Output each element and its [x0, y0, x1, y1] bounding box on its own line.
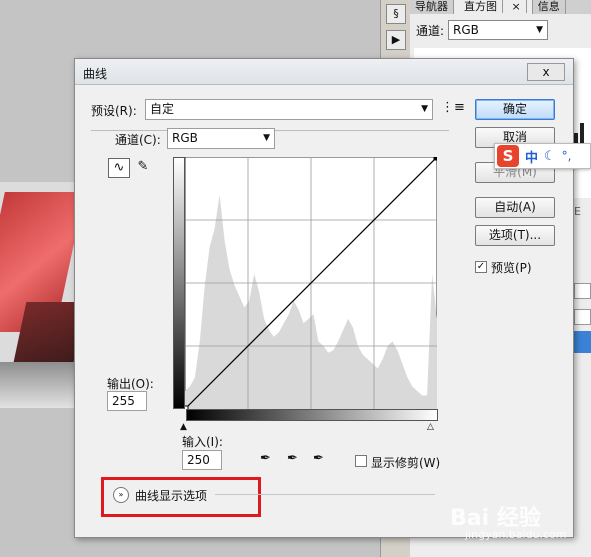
panel-cut-text: E [574, 205, 581, 218]
input-gradient-bar [186, 409, 438, 421]
black-eyedropper-icon[interactable]: ✒ [260, 451, 271, 466]
chevron-expand-icon[interactable]: » [113, 487, 129, 503]
tab-navigator[interactable]: 导航器 [410, 0, 454, 14]
close-button[interactable]: x [527, 63, 565, 81]
ime-language-toggle[interactable]: 中 [525, 147, 538, 166]
channel-value: RGB [172, 131, 198, 145]
curve-options-label[interactable]: 曲线显示选项 [135, 487, 207, 504]
dialog-title: 曲线 [83, 67, 108, 81]
black-point-slider[interactable]: ▲ [180, 423, 187, 432]
ime-toolbar[interactable]: S 中 ☾ °, [494, 143, 591, 169]
tab-histogram-label: 直方图 [459, 0, 503, 13]
history-tool-icon[interactable]: § [386, 4, 406, 24]
preset-select[interactable]: 自定 ▼ [145, 99, 433, 120]
canvas-image-shadow [13, 302, 78, 362]
ok-button[interactable]: 确定 [475, 99, 555, 120]
preview-label: 预览(P) [491, 261, 532, 275]
panel-selected-row[interactable] [574, 331, 591, 353]
chevron-down-icon: ▼ [536, 25, 543, 35]
preset-value: 自定 [150, 102, 175, 116]
curve-graph[interactable] [185, 157, 437, 409]
moon-icon[interactable]: ☾ [544, 149, 556, 164]
chevron-down-icon: ▼ [263, 133, 270, 143]
channel-select[interactable]: RGB ▼ [167, 128, 275, 149]
tab-close-icon[interactable]: × [506, 0, 527, 13]
white-eyedropper-icon[interactable]: ✒ [313, 451, 324, 466]
output-label: 输出(O): [107, 377, 154, 391]
panel-channel-value: RGB [453, 23, 479, 37]
pencil-icon[interactable]: ✎ [132, 158, 154, 178]
tab-histogram[interactable]: 直方图 × [454, 0, 533, 14]
output-gradient-bar [173, 157, 185, 409]
gray-eyedropper-icon[interactable]: ✒ [287, 451, 298, 466]
chevron-down-icon: ▼ [421, 104, 428, 114]
panel-channel-label: 通道: [416, 24, 445, 38]
preset-label: 预设(R): [91, 104, 137, 118]
options-divider [215, 494, 435, 495]
baidu-watermark-url: jingyan.baidu.com [465, 528, 567, 541]
show-clipping-checkbox[interactable] [355, 455, 367, 467]
auto-button[interactable]: 自动(A) [475, 197, 555, 218]
input-field[interactable]: 250 [182, 450, 222, 470]
sogou-logo-icon[interactable]: S [497, 145, 519, 167]
panel-channel-select[interactable]: RGB ▼ [448, 20, 548, 40]
preset-options-icon[interactable]: ⋮≡ [441, 100, 465, 115]
panel-tabs: 导航器 直方图 × 信息 [410, 0, 591, 14]
white-point-slider[interactable]: △ [427, 423, 434, 432]
panel-field[interactable] [574, 283, 591, 299]
input-label: 输入(I): [182, 435, 223, 449]
curves-dialog: 曲线 x 预设(R): 自定 ▼ ⋮≡ 通道(C): RGB ▼ ∿ ✎ ▲ △… [74, 58, 574, 538]
curve-control-point [433, 157, 437, 161]
curve-edit-icon[interactable]: ∿ [108, 158, 130, 178]
show-clipping-label: 显示修剪(W) [371, 456, 441, 470]
panel-field[interactable] [574, 309, 591, 325]
output-field[interactable]: 255 [107, 391, 147, 411]
punctuation-toggle[interactable]: °, [562, 149, 572, 163]
actions-play-icon[interactable]: ▶ [386, 30, 406, 50]
canvas-image-floor [0, 362, 78, 408]
dialog-titlebar[interactable]: 曲线 x [75, 59, 573, 85]
curve-control-point [185, 405, 189, 409]
channel-label: 通道(C): [115, 131, 165, 148]
options-button[interactable]: 选项(T)... [475, 225, 555, 246]
tab-info[interactable]: 信息 [533, 0, 566, 14]
preview-checkbox[interactable]: ✓ [475, 261, 487, 273]
document-canvas [0, 182, 78, 408]
